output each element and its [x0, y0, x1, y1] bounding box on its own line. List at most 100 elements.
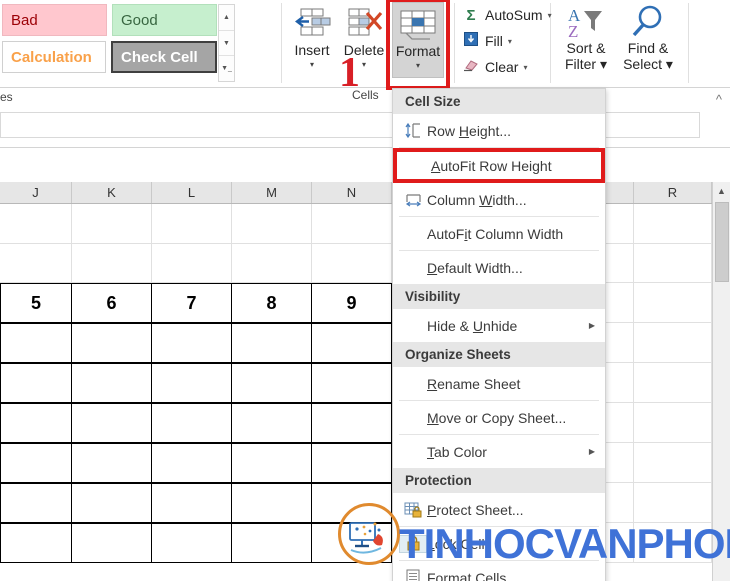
column-header-r[interactable]: R [634, 182, 712, 203]
cell[interactable] [152, 363, 232, 403]
cell[interactable] [634, 244, 712, 283]
sort-filter-button[interactable]: A Z Sort & Filter ▾ [558, 2, 614, 80]
column-header-l[interactable]: L [152, 182, 232, 203]
find-select-label-2[interactable]: Select ▾ [620, 56, 676, 72]
cell[interactable] [72, 323, 152, 363]
cell[interactable] [312, 403, 392, 443]
cell[interactable] [152, 323, 232, 363]
cell[interactable] [72, 244, 152, 283]
cell[interactable] [152, 443, 232, 483]
cell[interactable] [0, 363, 72, 403]
cell[interactable] [312, 204, 392, 244]
format-button[interactable]: Format ▾ [392, 2, 444, 78]
cell-value-7[interactable]: 7 [152, 283, 232, 323]
menu-item-move-copy-sheet[interactable]: Move or Copy Sheet... [393, 401, 605, 434]
menu-item-tab-color[interactable]: Tab Color ▶ [393, 435, 605, 468]
cell[interactable] [232, 244, 312, 283]
style-bad[interactable]: Bad [2, 4, 107, 36]
insert-button[interactable]: Insert ▾ [288, 2, 336, 78]
clear-button[interactable]: Clear ▾ [462, 54, 552, 80]
autosum-caret[interactable]: ▾ [548, 11, 552, 20]
style-good[interactable]: Good [112, 4, 217, 36]
cell[interactable] [72, 443, 152, 483]
cell[interactable] [0, 204, 72, 244]
cell-styles-gallery[interactable]: Bad Good Calculation Check Cell [2, 4, 217, 82]
menu-item-rename-sheet[interactable]: Rename Sheet [393, 367, 605, 400]
style-check-cell[interactable]: Check Cell [111, 41, 217, 73]
cell[interactable] [0, 523, 72, 563]
cell[interactable] [152, 204, 232, 244]
column-header-j[interactable]: J [0, 182, 72, 203]
cell[interactable] [72, 523, 152, 563]
column-header-n[interactable]: N [312, 182, 392, 203]
cell[interactable] [232, 523, 312, 563]
cell[interactable] [0, 483, 72, 523]
cell[interactable] [634, 443, 712, 483]
cell[interactable] [634, 204, 712, 244]
cell[interactable] [634, 363, 712, 403]
cell[interactable] [0, 244, 72, 283]
cell[interactable] [634, 283, 712, 323]
cell[interactable] [312, 244, 392, 283]
menu-item-column-width-label: Column Width... [427, 191, 527, 208]
cell[interactable] [72, 483, 152, 523]
cell[interactable] [152, 523, 232, 563]
cell[interactable] [232, 323, 312, 363]
menu-item-row-height[interactable]: Row Height... [393, 114, 605, 147]
cell[interactable] [0, 323, 72, 363]
menu-item-column-width[interactable]: Column Width... [393, 183, 605, 216]
menu-item-default-width-label: Default Width... [427, 259, 523, 276]
cell[interactable] [312, 323, 392, 363]
insert-dropdown-caret[interactable]: ▾ [288, 59, 336, 70]
menu-item-default-width[interactable]: Default Width... [393, 251, 605, 284]
cell[interactable] [152, 483, 232, 523]
cell[interactable] [634, 323, 712, 363]
cell[interactable] [72, 363, 152, 403]
cell[interactable] [152, 244, 232, 283]
cell-value-5[interactable]: 5 [0, 283, 72, 323]
cell[interactable] [312, 443, 392, 483]
cell[interactable] [232, 204, 312, 244]
more-styles-icon[interactable]: ▼_ [219, 56, 234, 81]
format-dropdown-menu[interactable]: Cell Size Row Height... AutoFit Row Heig… [392, 88, 606, 581]
format-dropdown-caret[interactable]: ▾ [393, 60, 443, 71]
scrollbar-thumb[interactable] [715, 202, 729, 282]
autosum-button[interactable]: Σ AutoSum ▾ [462, 2, 552, 28]
cell[interactable] [634, 403, 712, 443]
cell[interactable] [312, 363, 392, 403]
scroll-up-arrow-icon[interactable]: ▲ [713, 182, 730, 199]
menu-item-autofit-row-height[interactable]: AutoFit Row Height [393, 148, 605, 183]
cell[interactable] [232, 483, 312, 523]
style-calculation[interactable]: Calculation [2, 41, 106, 73]
find-select-button[interactable]: Find & Select ▾ [620, 2, 676, 80]
fill-caret[interactable]: ▾ [508, 37, 512, 46]
styles-group-label: es [0, 90, 13, 104]
cell-value-8[interactable]: 8 [232, 283, 312, 323]
scroll-down-icon[interactable]: ▼ [219, 31, 234, 57]
clear-caret[interactable]: ▾ [523, 63, 527, 72]
cell[interactable] [152, 403, 232, 443]
cell[interactable] [0, 443, 72, 483]
cell[interactable] [72, 403, 152, 443]
sort-filter-label-2[interactable]: Filter ▾ [558, 56, 614, 72]
cell[interactable] [232, 363, 312, 403]
scroll-up-icon[interactable]: ▲ [219, 5, 234, 31]
menu-item-hide-unhide[interactable]: Hide & Unhide ▶ [393, 309, 605, 342]
ribbon-divider-2 [454, 3, 455, 83]
cell-value-6[interactable]: 6 [72, 283, 152, 323]
cell[interactable] [634, 483, 712, 523]
column-header-m[interactable]: M [232, 182, 312, 203]
cell[interactable] [0, 403, 72, 443]
cell[interactable] [72, 204, 152, 244]
styles-gallery-scrollbar[interactable]: ▲ ▼ ▼_ [218, 4, 235, 82]
column-header-k[interactable]: K [72, 182, 152, 203]
menu-item-autofit-column-width[interactable]: AutoFit Column Width [393, 217, 605, 250]
find-select-icon [620, 2, 676, 40]
fill-label: Fill [485, 33, 503, 49]
cell[interactable] [232, 443, 312, 483]
cell[interactable] [232, 403, 312, 443]
fill-button[interactable]: Fill ▾ [462, 28, 552, 54]
formula-bar: ^ [0, 104, 730, 249]
insert-cells-icon [288, 2, 336, 42]
cell-value-9[interactable]: 9 [312, 283, 392, 323]
